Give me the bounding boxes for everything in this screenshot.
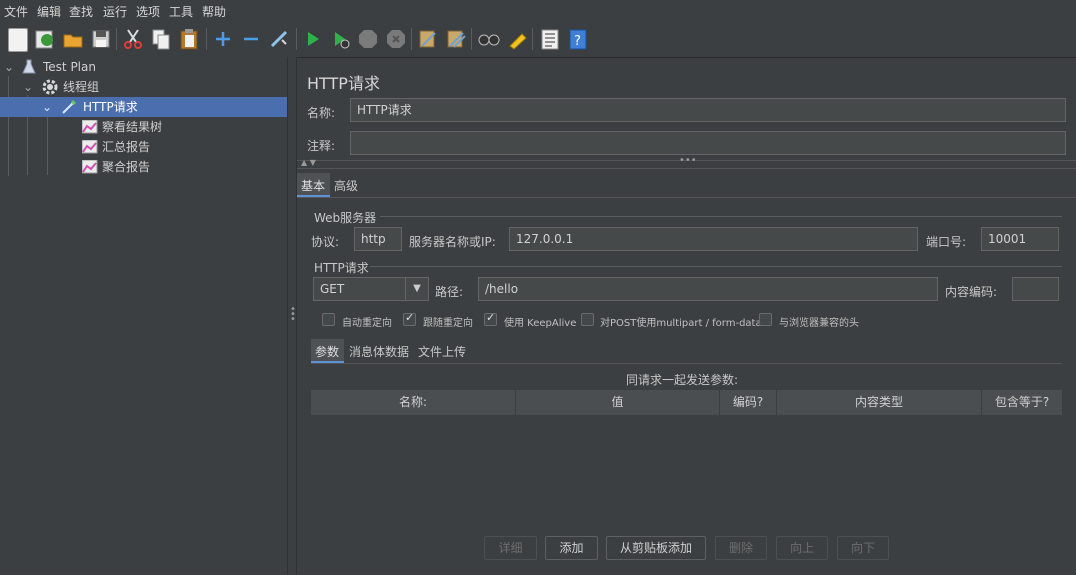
column-header-content-type[interactable]: 内容类型 bbox=[777, 390, 982, 415]
open-icon[interactable] bbox=[62, 28, 84, 50]
tree-item-thread-group[interactable]: ⌄ 线程组 bbox=[0, 77, 287, 97]
tree-item-aggregate-report[interactable]: 聚合报告 bbox=[0, 157, 287, 177]
params-table-body[interactable] bbox=[311, 415, 1062, 525]
method-select[interactable]: GET ▼ bbox=[313, 277, 429, 301]
params-table-header: 名称: 值 编码? 内容类型 包含等于? bbox=[311, 390, 1062, 415]
dropdown-arrow-icon[interactable]: ▼ bbox=[405, 278, 428, 300]
menu-options[interactable]: 选项 bbox=[136, 3, 160, 20]
tree-item-summary-report[interactable]: 汇总报告 bbox=[0, 137, 287, 157]
paste-icon[interactable] bbox=[178, 28, 200, 50]
tree-item-http-request[interactable]: ⌄ HTTP请求 bbox=[0, 97, 287, 117]
menu-file[interactable]: 文件 bbox=[4, 3, 28, 20]
new-icon[interactable] bbox=[8, 28, 28, 52]
multipart-checkbox[interactable] bbox=[581, 313, 594, 326]
menu-tools[interactable]: 工具 bbox=[169, 3, 193, 20]
encoding-field[interactable] bbox=[1012, 277, 1059, 301]
move-up-button[interactable]: 向上 bbox=[776, 536, 828, 560]
web-server-legend: Web服务器 bbox=[314, 211, 377, 225]
path-label: 路径: bbox=[435, 285, 464, 299]
protocol-label: 协议: bbox=[311, 235, 340, 249]
collapse-divider[interactable]: ▲ ▼ ••• bbox=[297, 155, 1076, 169]
menu-edit[interactable]: 编辑 bbox=[37, 3, 61, 20]
add-icon[interactable] bbox=[212, 28, 234, 50]
chevron-down-icon[interactable]: ⌄ bbox=[23, 77, 33, 97]
keepalive-checkbox[interactable]: ✓ bbox=[484, 311, 497, 326]
clear-all-icon[interactable] bbox=[445, 28, 467, 50]
stop-icon[interactable] bbox=[357, 28, 379, 50]
menu-search[interactable]: 查找 bbox=[69, 3, 93, 20]
templates-icon[interactable] bbox=[34, 28, 56, 50]
page-title: HTTP请求 bbox=[307, 74, 380, 93]
start-no-pause-icon[interactable] bbox=[330, 28, 352, 50]
start-icon[interactable] bbox=[302, 28, 324, 50]
listener-graph-icon bbox=[81, 159, 98, 180]
search-icon[interactable] bbox=[478, 28, 500, 50]
column-header-include-equals[interactable]: 包含等于? bbox=[982, 390, 1062, 415]
toolbar: ? bbox=[0, 21, 1076, 58]
delete-button[interactable]: 删除 bbox=[715, 536, 767, 560]
chevron-down-icon[interactable]: ⌄ bbox=[42, 97, 52, 117]
clear-icon[interactable] bbox=[417, 28, 439, 50]
comment-label: 注释: bbox=[307, 139, 336, 153]
tab-body-data[interactable]: 消息体数据 bbox=[349, 339, 411, 363]
collapse-arrows-icon[interactable]: ▲ ▼ bbox=[301, 158, 316, 167]
drag-handle-icon: • • • bbox=[290, 304, 296, 325]
add-from-clipboard-button[interactable]: 从剪贴板添加 bbox=[606, 536, 706, 560]
shutdown-icon[interactable] bbox=[385, 28, 407, 50]
tab-advanced[interactable]: 高级 bbox=[334, 173, 366, 197]
copy-icon[interactable] bbox=[150, 28, 172, 50]
port-label: 端口号: bbox=[926, 235, 967, 249]
split-pane-divider[interactable]: • • • bbox=[287, 57, 297, 575]
name-label: 名称: bbox=[307, 106, 336, 120]
move-down-button[interactable]: 向下 bbox=[837, 536, 889, 560]
tree-item-view-results-tree[interactable]: 察看结果树 bbox=[0, 117, 287, 137]
save-icon[interactable] bbox=[90, 28, 112, 50]
test-plan-tree: ⌄ Test Plan ⌄ 线程组 ⌄ HTTP请求 察看结果树 汇总报告 聚合… bbox=[0, 57, 287, 575]
server-label: 服务器名称或IP: bbox=[409, 235, 496, 249]
menu-run[interactable]: 运行 bbox=[103, 3, 127, 20]
reset-search-icon[interactable] bbox=[506, 28, 528, 50]
protocol-field[interactable]: http bbox=[354, 227, 402, 251]
menu-help[interactable]: 帮助 bbox=[202, 3, 226, 20]
comment-field[interactable] bbox=[350, 131, 1066, 155]
port-field[interactable]: 10001 bbox=[981, 227, 1059, 251]
column-header-encode[interactable]: 编码? bbox=[720, 390, 777, 415]
follow-redirect-checkbox[interactable]: ✓ bbox=[403, 311, 416, 326]
chevron-down-icon[interactable]: ⌄ bbox=[4, 57, 14, 77]
detail-button[interactable]: 详细 bbox=[484, 536, 537, 560]
help-icon[interactable]: ? bbox=[567, 28, 589, 50]
toggle-icon[interactable] bbox=[268, 28, 290, 50]
tab-file-upload[interactable]: 文件上传 bbox=[418, 339, 470, 363]
menu-bar: 文件 编辑 查找 运行 选项 工具 帮助 bbox=[0, 0, 1076, 21]
server-field[interactable]: 127.0.0.1 bbox=[509, 227, 918, 251]
http-request-legend: HTTP请求 bbox=[314, 261, 369, 275]
column-header-value[interactable]: 值 bbox=[516, 390, 720, 415]
svg-text:?: ? bbox=[574, 34, 581, 49]
tab-parameters[interactable]: 参数 bbox=[311, 339, 344, 363]
path-field[interactable]: /hello bbox=[478, 277, 938, 301]
params-caption: 同请求一起发送参数: bbox=[626, 373, 739, 387]
add-button[interactable]: 添加 bbox=[545, 536, 598, 560]
auto-redirect-checkbox[interactable] bbox=[322, 313, 335, 326]
encoding-label: 内容编码: bbox=[945, 285, 998, 299]
cut-icon[interactable] bbox=[122, 28, 144, 50]
drag-dots-icon: ••• bbox=[679, 155, 697, 166]
column-header-name[interactable]: 名称: bbox=[311, 390, 516, 415]
name-field[interactable]: HTTP请求 bbox=[350, 98, 1066, 122]
remove-icon[interactable] bbox=[240, 28, 262, 50]
function-helper-icon[interactable] bbox=[539, 28, 561, 50]
tree-item-test-plan[interactable]: ⌄ Test Plan bbox=[0, 57, 287, 77]
tab-basic[interactable]: 基本 bbox=[297, 173, 330, 197]
browser-compatible-headers-checkbox[interactable] bbox=[759, 313, 772, 326]
